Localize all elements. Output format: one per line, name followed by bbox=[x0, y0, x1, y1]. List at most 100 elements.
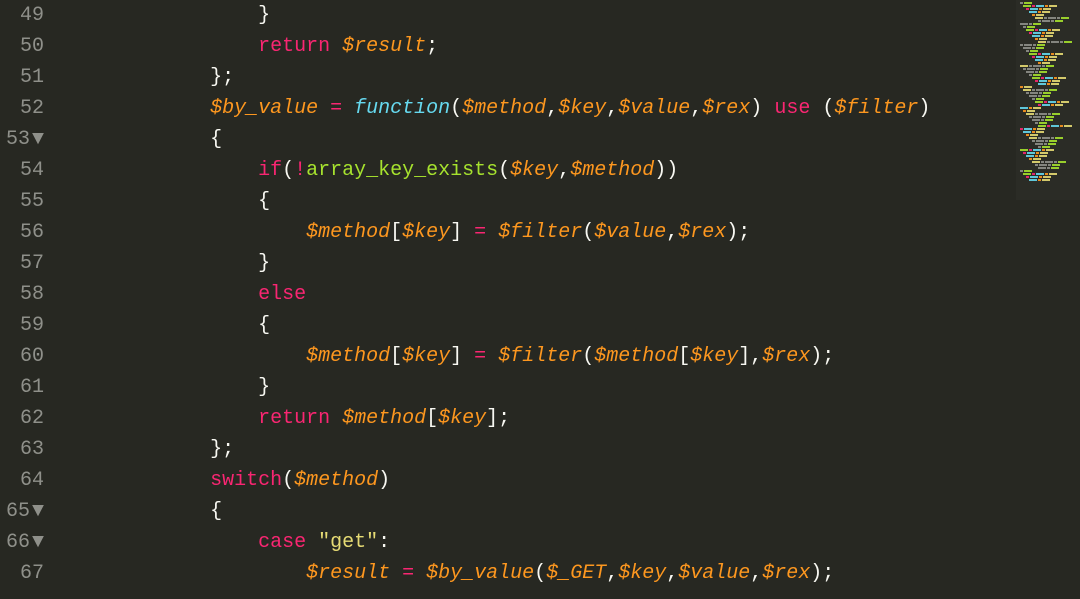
minimap[interactable] bbox=[1016, 0, 1080, 200]
code-token bbox=[462, 345, 474, 368]
line-number-gutter: 4950515253▼545556575859606162636465▼66▼6… bbox=[0, 0, 62, 599]
code-token: switch bbox=[210, 469, 282, 492]
code-token: ); bbox=[726, 221, 750, 244]
code-token: case bbox=[258, 531, 306, 554]
code-line[interactable]: $result = $by_value($_GET,$key,$value,$r… bbox=[66, 558, 1080, 589]
code-token: $key bbox=[438, 407, 486, 430]
line-number-value: 66 bbox=[6, 531, 30, 554]
line-number: 67 bbox=[6, 558, 44, 589]
code-editor[interactable]: 4950515253▼545556575859606162636465▼66▼6… bbox=[0, 0, 1080, 599]
line-number-value: 65 bbox=[6, 500, 30, 523]
code-token bbox=[318, 97, 330, 120]
code-token: if bbox=[258, 159, 282, 182]
line-number-value: 63 bbox=[20, 438, 44, 461]
code-token: return bbox=[258, 407, 330, 430]
line-number: 56 bbox=[6, 217, 44, 248]
code-line[interactable]: $by_value = function($method,$key,$value… bbox=[66, 93, 1080, 124]
code-token: $value bbox=[618, 97, 690, 120]
code-token: $filter bbox=[498, 221, 582, 244]
code-token: $key bbox=[558, 97, 606, 120]
code-token: ) bbox=[918, 97, 930, 120]
code-line[interactable]: } bbox=[66, 372, 1080, 403]
fold-toggle-icon[interactable]: ▼ bbox=[32, 500, 44, 523]
line-number-value: 67 bbox=[20, 562, 44, 585]
code-token: , bbox=[690, 97, 702, 120]
code-token: ); bbox=[810, 562, 834, 585]
code-token: , bbox=[606, 97, 618, 120]
code-line[interactable]: } bbox=[66, 248, 1080, 279]
code-line[interactable]: }; bbox=[66, 434, 1080, 465]
fold-toggle-icon[interactable]: ▼ bbox=[32, 531, 44, 554]
code-token: ! bbox=[294, 159, 306, 182]
code-token: [ bbox=[426, 407, 438, 430]
line-number-value: 58 bbox=[20, 283, 44, 306]
code-token: , bbox=[558, 159, 570, 182]
code-token: , bbox=[666, 562, 678, 585]
line-number-value: 53 bbox=[6, 128, 30, 151]
code-token: else bbox=[258, 283, 306, 306]
code-token: $key bbox=[402, 345, 450, 368]
code-line[interactable]: else bbox=[66, 279, 1080, 310]
code-token: ; bbox=[426, 35, 438, 58]
code-token: return bbox=[258, 35, 330, 58]
code-token: ( bbox=[582, 345, 594, 368]
code-token: $method bbox=[594, 345, 678, 368]
line-number-value: 60 bbox=[20, 345, 44, 368]
code-line[interactable]: { bbox=[66, 186, 1080, 217]
code-token: ( bbox=[822, 97, 834, 120]
code-line[interactable]: { bbox=[66, 496, 1080, 527]
line-number-value: 50 bbox=[20, 35, 44, 58]
code-line[interactable]: }; bbox=[66, 62, 1080, 93]
code-line[interactable]: $method[$key] = $filter($value,$rex); bbox=[66, 217, 1080, 248]
code-token bbox=[486, 221, 498, 244]
code-line[interactable]: } bbox=[66, 0, 1080, 31]
code-token: ] bbox=[450, 345, 462, 368]
code-line[interactable]: case "get": bbox=[66, 527, 1080, 558]
code-token bbox=[414, 562, 426, 585]
code-token: { bbox=[258, 190, 270, 213]
code-line[interactable]: $method[$key] = $filter($method[$key],$r… bbox=[66, 341, 1080, 372]
code-token: $rex bbox=[678, 221, 726, 244]
code-token: }; bbox=[210, 438, 234, 461]
code-token: : bbox=[378, 531, 390, 554]
line-number: 55 bbox=[6, 186, 44, 217]
line-number: 57 bbox=[6, 248, 44, 279]
code-token: $method bbox=[570, 159, 654, 182]
line-number: 64 bbox=[6, 465, 44, 496]
code-token: , bbox=[546, 97, 558, 120]
code-token: $method bbox=[342, 407, 426, 430]
code-token: $method bbox=[306, 345, 390, 368]
code-token: = bbox=[330, 97, 342, 120]
code-token bbox=[306, 531, 318, 554]
code-line[interactable]: { bbox=[66, 310, 1080, 341]
code-area[interactable]: } return $result; }; $by_value = functio… bbox=[62, 0, 1080, 599]
code-token: $method bbox=[306, 221, 390, 244]
code-token: ) bbox=[378, 469, 390, 492]
line-number-value: 51 bbox=[20, 66, 44, 89]
code-line[interactable]: { bbox=[66, 124, 1080, 155]
code-token: ); bbox=[810, 345, 834, 368]
code-line[interactable]: switch($method) bbox=[66, 465, 1080, 496]
code-token: } bbox=[258, 376, 270, 399]
line-number-value: 59 bbox=[20, 314, 44, 337]
code-token: , bbox=[606, 562, 618, 585]
line-number-value: 55 bbox=[20, 190, 44, 213]
code-token: ]; bbox=[486, 407, 510, 430]
code-token: ( bbox=[450, 97, 462, 120]
code-line[interactable]: if(!array_key_exists($key,$method)) bbox=[66, 155, 1080, 186]
code-token: $method bbox=[294, 469, 378, 492]
code-token: $by_value bbox=[426, 562, 534, 585]
code-token bbox=[330, 407, 342, 430]
code-token: ( bbox=[282, 469, 294, 492]
fold-toggle-icon[interactable]: ▼ bbox=[32, 128, 44, 151]
code-line[interactable]: return $method[$key]; bbox=[66, 403, 1080, 434]
code-token: = bbox=[402, 562, 414, 585]
code-token: $key bbox=[402, 221, 450, 244]
code-line[interactable]: return $result; bbox=[66, 31, 1080, 62]
code-token: ( bbox=[582, 221, 594, 244]
code-token: $key bbox=[618, 562, 666, 585]
code-token: [ bbox=[678, 345, 690, 368]
line-number: 66▼ bbox=[6, 527, 44, 558]
code-token: ( bbox=[498, 159, 510, 182]
code-token: ] bbox=[450, 221, 462, 244]
